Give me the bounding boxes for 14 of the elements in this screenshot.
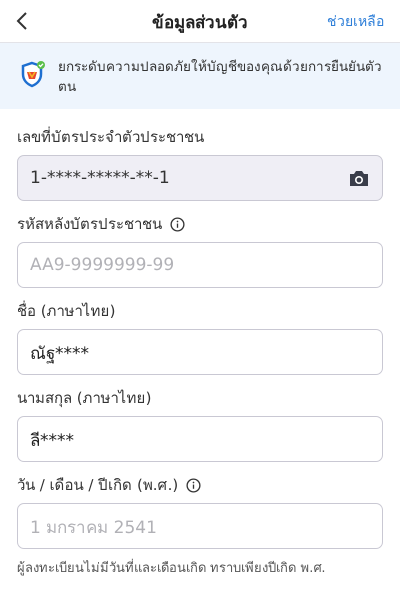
input-field[interactable]: ลี****	[17, 416, 383, 462]
page-title: ข้อมูลส่วนตัว	[152, 12, 248, 34]
help-link[interactable]: ช่วยเหลือ	[327, 10, 384, 32]
info-icon[interactable]	[170, 216, 185, 232]
input-field[interactable]: ณัฐ****	[17, 329, 383, 375]
field-label: นามสกุล (ภาษาไทย)	[17, 388, 152, 410]
banner-text: ยกระดับความปลอดภัยให้บัญชีของคุณด้วยการยืนยันตัวตน	[58, 58, 383, 97]
field-label: รหัสหลังบัตรประชาชน	[17, 214, 162, 235]
field-label: วัน / เดือน / ปีเกิด (พ.ศ.)	[17, 475, 178, 496]
note-text: ผู้ลงทะเบียนไม่มีวันที่และเดือนเกิด ทราบเพียงปีเกิด พ.ศ.	[17, 560, 383, 578]
field-label: ชื่อ (ภาษาไทย)	[17, 300, 116, 322]
shield-icon	[20, 60, 46, 88]
info-icon[interactable]	[186, 478, 202, 492]
field-label: เลขที่บัตรประจำตัวประชาชน	[17, 126, 204, 148]
